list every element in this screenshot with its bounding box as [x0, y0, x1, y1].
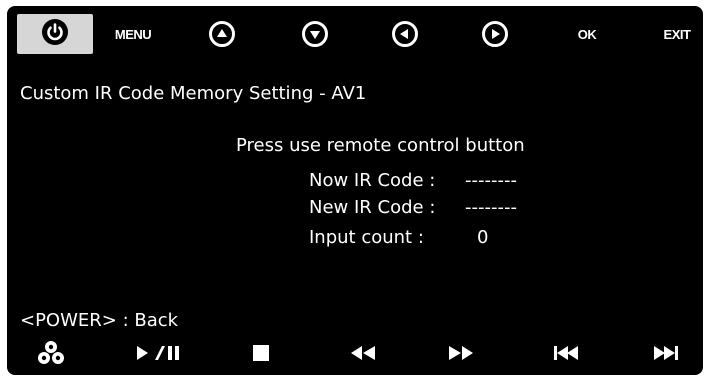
new-ir-code-value: -------- [465, 197, 517, 218]
play-pause-icon [135, 343, 181, 367]
now-ir-code-label: Now IR Code : [309, 170, 436, 191]
play-pause-button[interactable] [133, 341, 183, 369]
now-ir-code-value: -------- [465, 170, 517, 191]
fast-forward-icon [448, 345, 474, 365]
previous-track-icon [553, 345, 579, 365]
color-buttons-icon [37, 340, 65, 370]
down-button[interactable] [297, 14, 333, 54]
rewind-button[interactable] [347, 341, 379, 369]
color-buttons-button[interactable] [34, 341, 68, 369]
new-ir-code-label: New IR Code : [309, 197, 436, 218]
fast-forward-button[interactable] [445, 341, 477, 369]
device-screen: MENU OK EXIT Custom IR Code Memory Setti… [7, 6, 703, 375]
stop-icon [252, 344, 270, 366]
footer-hint: <POWER> : Back [20, 310, 179, 331]
left-arrow-icon [392, 21, 418, 47]
input-count-label: Input count : [309, 227, 424, 248]
instruction-text: Press use remote control button [236, 135, 525, 156]
exit-button[interactable]: EXIT [657, 14, 697, 54]
right-button[interactable] [477, 14, 513, 54]
exit-label: EXIT [663, 26, 691, 42]
ok-button[interactable]: OK [567, 14, 607, 54]
next-track-icon [653, 345, 679, 365]
right-arrow-icon [482, 21, 508, 47]
top-button-bar: MENU OK EXIT [7, 6, 703, 62]
stop-button[interactable] [247, 341, 275, 369]
previous-track-button[interactable] [550, 341, 582, 369]
input-count-value: 0 [477, 227, 489, 248]
menu-label: MENU [114, 26, 152, 42]
bottom-button-bar [7, 335, 703, 375]
power-button[interactable] [17, 14, 93, 54]
rewind-icon [350, 345, 376, 365]
left-button[interactable] [387, 14, 423, 54]
power-icon [41, 18, 69, 50]
menu-button[interactable]: MENU [103, 14, 163, 54]
ok-label: OK [577, 26, 597, 42]
up-arrow-icon [209, 21, 235, 47]
page-title: Custom IR Code Memory Setting - AV1 [20, 83, 367, 104]
down-arrow-icon [302, 21, 328, 47]
next-track-button[interactable] [650, 341, 682, 369]
up-button[interactable] [204, 14, 240, 54]
